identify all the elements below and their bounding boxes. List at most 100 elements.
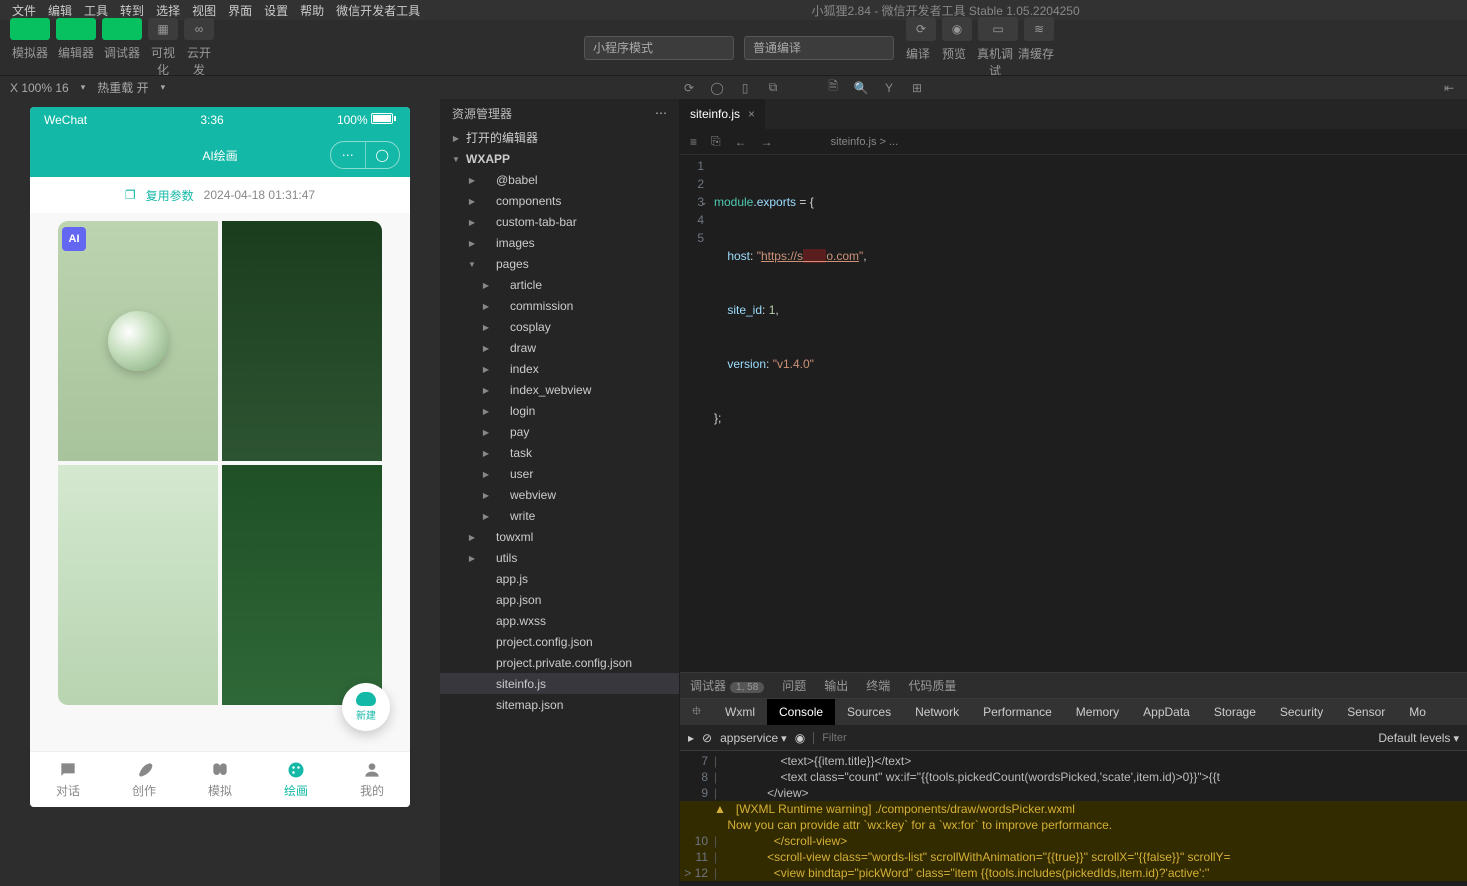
folder-pages[interactable]: pages <box>440 253 679 274</box>
refresh-icon[interactable]: ⟳ <box>681 80 697 96</box>
menu-goto[interactable]: 转到 <box>116 2 148 19</box>
files-icon[interactable]: 🗎 <box>825 80 841 96</box>
devtab-wxml[interactable]: Wxml <box>713 699 767 725</box>
zoom-level[interactable]: X 100% 16 <box>10 81 69 95</box>
folder-components[interactable]: components <box>440 190 679 211</box>
image-tile-4[interactable] <box>222 465 382 705</box>
file-app-json[interactable]: app.json <box>440 589 679 610</box>
devtab-more[interactable]: Mo <box>1397 699 1438 725</box>
menu-wxdev[interactable]: 微信开发者工具 <box>332 2 424 19</box>
ext-icon[interactable]: ⊞ <box>909 80 925 96</box>
file-sitemap[interactable]: sitemap.json <box>440 694 679 715</box>
devtab-network[interactable]: Network <box>903 699 971 725</box>
tab-sim[interactable]: 模拟 <box>182 752 258 807</box>
more-icon[interactable]: ⋯ <box>655 106 667 120</box>
forward-icon[interactable]: → <box>761 135 773 149</box>
folder-article[interactable]: article <box>440 274 679 295</box>
image-tile-1[interactable] <box>58 221 218 461</box>
menu-tools[interactable]: 工具 <box>80 2 112 19</box>
tab-siteinfo[interactable]: siteinfo.js× <box>680 99 765 129</box>
editor-toggle[interactable] <box>56 18 96 40</box>
inspect-icon[interactable]: ⯐ <box>680 699 713 725</box>
menu-edit[interactable]: 编辑 <box>44 2 76 19</box>
sidebar-icon[interactable]: ▸ <box>688 731 694 745</box>
popout-icon[interactable]: ⧉ <box>765 80 781 96</box>
bookmark-icon[interactable]: ⎘ <box>711 134 721 149</box>
phone-icon[interactable]: ▯ <box>737 80 753 96</box>
folder-custom-tab-bar[interactable]: custom-tab-bar <box>440 211 679 232</box>
console-output[interactable]: 7| <text>{{item.title}}</text> 8| <text … <box>680 751 1467 886</box>
tab-me[interactable]: 我的 <box>334 752 410 807</box>
devtab-sensor[interactable]: Sensor <box>1335 699 1397 725</box>
folder-index-webview[interactable]: index_webview <box>440 379 679 400</box>
refresh-icon[interactable]: ⟳ <box>906 17 936 41</box>
menu-ui[interactable]: 界面 <box>224 2 256 19</box>
folder-babel[interactable]: @babel <box>440 169 679 190</box>
folder-root[interactable]: WXAPP <box>440 148 679 169</box>
hot-reload[interactable]: 热重载 开 <box>97 79 148 96</box>
filter-input[interactable] <box>813 732 1113 744</box>
devtab-storage[interactable]: Storage <box>1202 699 1268 725</box>
cloud-toggle[interactable]: ∞ <box>184 18 214 40</box>
collapse-icon[interactable]: ⇤ <box>1441 80 1457 96</box>
dbg-tab-output[interactable]: 输出 <box>824 677 848 694</box>
list-icon[interactable]: ≡ <box>690 135 697 149</box>
capsule-close[interactable]: ◯ <box>366 142 400 168</box>
devtab-memory[interactable]: Memory <box>1064 699 1131 725</box>
code-text[interactable]: ⌄module.exports = { host: "https://s o.c… <box>714 155 1467 672</box>
eye-icon[interactable]: ◉ <box>795 731 805 745</box>
folder-index[interactable]: index <box>440 358 679 379</box>
tab-draw[interactable]: 绘画 <box>258 752 334 807</box>
file-app-wxss[interactable]: app.wxss <box>440 610 679 631</box>
folder-cosplay[interactable]: cosplay <box>440 316 679 337</box>
file-app-js[interactable]: app.js <box>440 568 679 589</box>
folder-images[interactable]: images <box>440 232 679 253</box>
code-editor[interactable]: 1 2 3 4 5 ⌄module.exports = { host: "htt… <box>680 155 1467 672</box>
simulator-toggle[interactable] <box>10 18 50 40</box>
image-tile-2[interactable] <box>222 221 382 461</box>
folder-towxml[interactable]: towxml <box>440 526 679 547</box>
remote-debug-icon[interactable]: ▭ <box>978 17 1018 41</box>
menu-help[interactable]: 帮助 <box>296 2 328 19</box>
fab-new[interactable]: 新建 <box>342 683 390 731</box>
tab-chat[interactable]: 对话 <box>30 752 106 807</box>
devtab-performance[interactable]: Performance <box>971 699 1064 725</box>
folder-draw[interactable]: draw <box>440 337 679 358</box>
open-editors[interactable]: 打开的编辑器 <box>440 127 679 148</box>
search-icon[interactable]: 🔍 <box>853 80 869 96</box>
menu-settings[interactable]: 设置 <box>260 2 292 19</box>
menu-view[interactable]: 视图 <box>188 2 220 19</box>
dbg-tab-quality[interactable]: 代码质量 <box>908 677 956 694</box>
image-tile-3[interactable] <box>58 465 218 705</box>
context-select[interactable]: appservice ▾ <box>720 731 787 745</box>
devtab-sources[interactable]: Sources <box>835 699 903 725</box>
close-icon[interactable]: × <box>748 107 755 121</box>
fold-icon[interactable]: ⌄ <box>700 193 708 211</box>
file-siteinfo[interactable]: siteinfo.js <box>440 673 679 694</box>
folder-task[interactable]: task <box>440 442 679 463</box>
preview-icon[interactable]: ◉ <box>942 17 972 41</box>
folder-webview[interactable]: webview <box>440 484 679 505</box>
compile-select[interactable]: 普通编译 <box>744 36 894 60</box>
folder-login[interactable]: login <box>440 400 679 421</box>
record-icon[interactable]: ◯ <box>709 80 725 96</box>
back-icon[interactable]: ← <box>735 135 747 149</box>
reuse-params[interactable]: 复用参数 <box>146 187 194 204</box>
dbg-tab-terminal[interactable]: 终端 <box>866 677 890 694</box>
dbg-tab-debugger[interactable]: 调试器1, 58 <box>690 677 764 694</box>
mode-select[interactable]: 小程序模式 <box>584 36 734 60</box>
folder-commission[interactable]: commission <box>440 295 679 316</box>
folder-user[interactable]: user <box>440 463 679 484</box>
debugger-toggle[interactable] <box>102 18 142 40</box>
dbg-tab-problems[interactable]: 问题 <box>782 677 806 694</box>
file-project-private[interactable]: project.private.config.json <box>440 652 679 673</box>
clear-icon[interactable]: ⊘ <box>702 731 712 745</box>
branch-icon[interactable]: Y <box>881 80 897 96</box>
levels-select[interactable]: Default levels ▾ <box>1378 731 1459 745</box>
folder-write[interactable]: write <box>440 505 679 526</box>
folder-utils[interactable]: utils <box>440 547 679 568</box>
breadcrumb[interactable]: siteinfo.js > ... <box>831 136 899 148</box>
devtab-console[interactable]: Console <box>767 699 835 725</box>
tab-create[interactable]: 创作 <box>106 752 182 807</box>
devtab-appdata[interactable]: AppData <box>1131 699 1202 725</box>
